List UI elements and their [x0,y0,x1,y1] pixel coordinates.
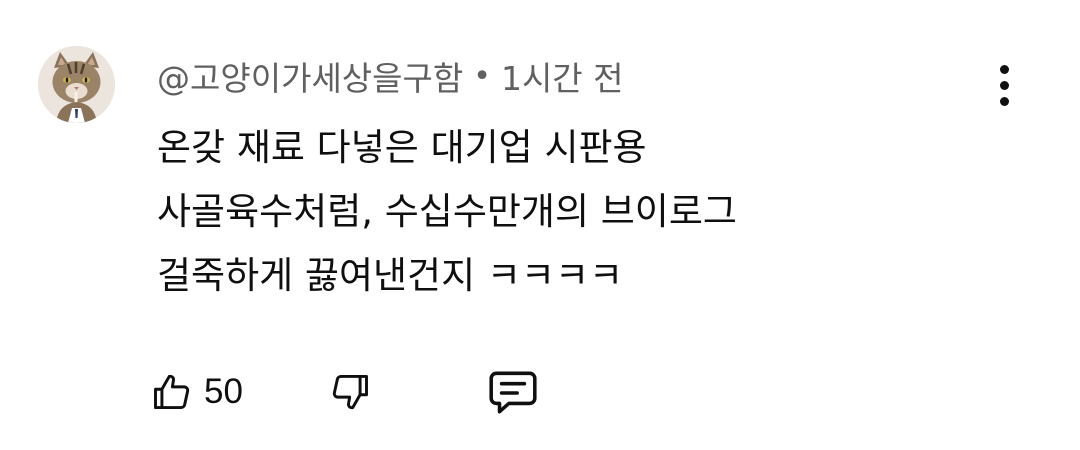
dislike-button[interactable] [328,360,372,424]
comment-timestamp[interactable]: 1시간 전 [501,52,624,100]
comment-body: 온갖 재료 다넣은 대기업 시판용 사골육수처럼, 수십수만개의 브이로그 걸죽… [157,116,1017,308]
comment-line: 걸죽하게 끓여낸건지 ㅋㅋㅋㅋ [157,254,624,297]
cat-avatar-icon [38,46,115,123]
more-vertical-icon [999,80,1009,90]
comment-item: @고양이가세상을구함 • 1시간 전 온갖 재료 다넣은 대기업 시판용 사골육… [0,0,1080,450]
more-vertical-icon [999,64,1009,74]
more-options-button[interactable] [982,58,1026,112]
comment-actions: 50 [150,360,570,424]
thumbs-down-icon [332,374,368,410]
like-button[interactable]: 50 [150,360,243,424]
more-vertical-icon [999,96,1009,106]
comment-line: 온갖 재료 다넣은 대기업 시판용 [157,126,647,169]
author-name[interactable]: @고양이가세상을구함 [157,52,463,100]
reply-button[interactable] [486,360,540,424]
thumbs-up-icon [154,374,190,410]
meta-separator: • [473,58,491,94]
reply-comment-icon [489,371,537,414]
comment-line: 사골육수처럼, 수십수만개의 브이로그 [157,190,737,233]
like-count: 50 [204,372,243,411]
avatar[interactable] [38,46,115,123]
comment-header: @고양이가세상을구함 • 1시간 전 [157,52,624,100]
